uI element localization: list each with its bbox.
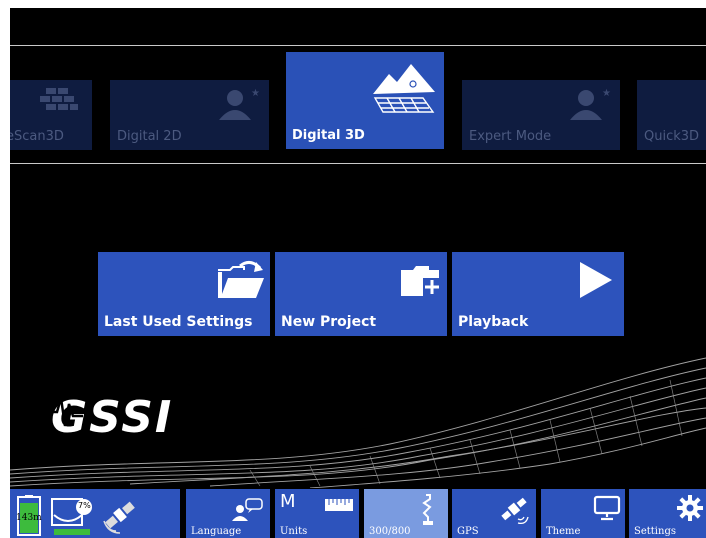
button-label: Theme [546,526,581,537]
mode-label: eScan3D [10,129,64,144]
antenna-icon [422,494,433,525]
svg-text:★: ★ [602,88,611,99]
gssi-logo-mark: GSSI [49,392,173,443]
storage-label: 7% [78,501,91,510]
bottom-toolbar: 143m 7% Language M Units 300/800 GPS The… [10,486,706,538]
mode-label: Quick3D [644,129,700,144]
playback-button[interactable]: Playback [452,252,624,336]
button-label: Units [280,526,308,537]
button-label: Settings [634,526,676,537]
mode-label: Digital 3D [292,128,365,143]
gear-icon [677,495,703,521]
tile-label: Last Used Settings [104,314,253,330]
mode-label: Digital 2D [117,129,182,144]
3d-terrain-grid-icon [373,64,435,113]
units-ruler-icon [325,499,353,511]
mode-expert[interactable]: ★ Expert Mode [462,80,620,150]
mode-digital-3d[interactable]: Digital 3D [286,52,444,149]
tile-label: New Project [281,314,377,330]
mode-carousel: eScan3D ★ Digital 2D Digital 3D ★ Expert… [10,8,706,168]
mode-quick3d[interactable]: Quick3D [637,80,706,150]
carousel-bottom-divider [10,163,706,164]
units-button[interactable]: M Units [275,489,359,538]
mode-digital-2d[interactable]: ★ Digital 2D [110,80,269,150]
language-icon [232,498,263,521]
open-folder-icon [218,261,264,298]
monitor-icon [593,495,621,521]
user-star-icon: ★ [219,88,260,120]
status-panel: 143m 7% [10,489,180,538]
svg-text:GSSI: GSSI [51,392,173,438]
last-used-settings-button[interactable]: Last Used Settings [98,252,270,336]
button-label: GPS [457,526,479,537]
new-project-button[interactable]: New Project [275,252,447,336]
settings-button[interactable]: Settings [629,489,706,538]
units-glyph: M [280,491,296,512]
theme-button[interactable]: Theme [541,489,625,538]
svg-text:★: ★ [251,88,260,99]
user-star-icon: ★ [570,88,611,120]
button-label: Language [191,526,242,537]
battery-label: 143m [16,513,42,523]
satellite-icon [501,497,529,525]
antenna-button[interactable]: 300/800 [364,489,448,538]
gssi-logo: GSSI [47,392,207,443]
satellite-icon [103,501,135,534]
language-button[interactable]: Language [186,489,270,538]
gps-button[interactable]: GPS [452,489,536,538]
brick-wall-icon [40,88,78,110]
mode-escan3d[interactable]: eScan3D [10,80,92,150]
app-screen: eScan3D ★ Digital 2D Digital 3D ★ Expert… [10,8,706,538]
new-folder-icon [401,266,441,296]
button-label: 300/800 [369,526,411,537]
mode-label: Expert Mode [469,129,552,144]
play-icon [580,262,612,298]
tile-label: Playback [458,314,529,330]
